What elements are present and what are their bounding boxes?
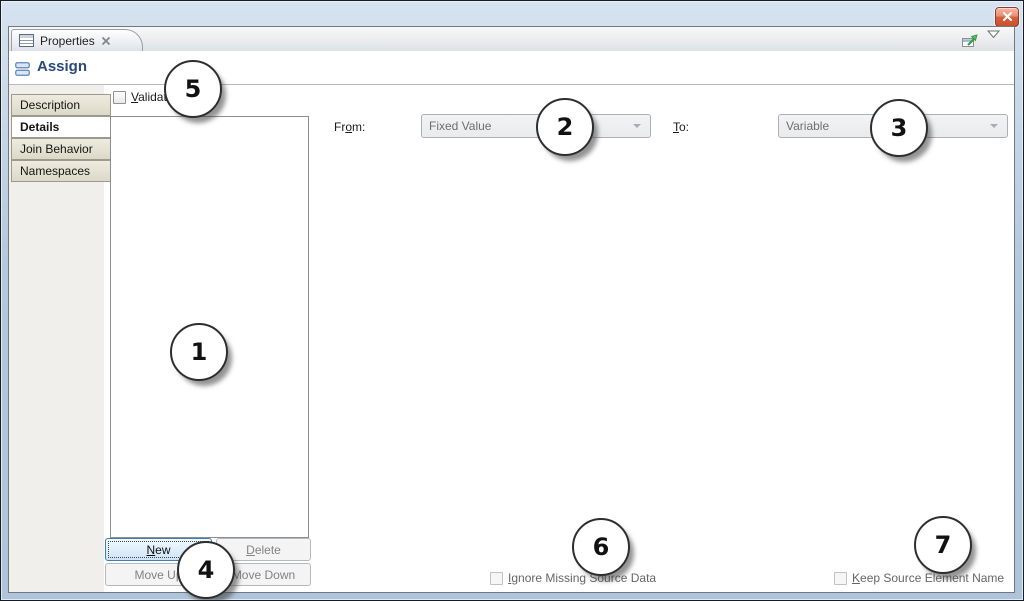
page-title: Assign xyxy=(37,58,87,75)
properties-window: Properties xyxy=(0,0,1024,601)
callout-1: 1 xyxy=(170,323,228,381)
tab-close-icon[interactable] xyxy=(101,36,111,46)
callout-2: 2 xyxy=(536,98,594,156)
close-icon xyxy=(1002,12,1013,22)
properties-icon xyxy=(19,34,34,47)
sidebar-item-label: Description xyxy=(20,98,80,112)
to-combo-value: Variable xyxy=(786,119,829,133)
combo-arrow-icon xyxy=(633,124,641,128)
callout-3: 3 xyxy=(870,99,928,157)
sidebar-item-label: Join Behavior xyxy=(20,142,93,156)
callout-4: 4 xyxy=(177,541,235,599)
callout-6: 6 xyxy=(572,518,630,576)
to-label: To: xyxy=(673,120,689,134)
sidebar-item-namespaces[interactable]: Namespaces xyxy=(11,160,111,182)
sidebar-item-description[interactable]: Description xyxy=(11,94,111,116)
header-divider xyxy=(9,84,1014,85)
assign-icon xyxy=(15,62,31,77)
callout-5: 5 xyxy=(164,60,222,118)
sidebar-item-label: Namespaces xyxy=(20,164,90,178)
keep-source-element-name-label[interactable]: Keep Source Element Name xyxy=(852,571,1004,585)
view-menu-icon[interactable] xyxy=(987,30,1000,39)
validate-checkbox[interactable] xyxy=(113,91,126,104)
window-close-button[interactable] xyxy=(995,7,1019,27)
combo-arrow-icon xyxy=(990,124,998,128)
from-combo-value: Fixed Value xyxy=(429,119,491,133)
detach-view-icon[interactable] xyxy=(961,33,979,49)
ignore-missing-source-data-label[interactable]: Ignore Missing Source Data xyxy=(508,571,656,585)
from-label: From: xyxy=(334,120,365,134)
tab-properties[interactable]: Properties xyxy=(11,29,143,51)
keep-source-element-name-checkbox[interactable] xyxy=(834,572,847,585)
view-tabbar: Properties xyxy=(9,27,1014,52)
view-panel: Properties xyxy=(8,26,1015,593)
form-header: Assign xyxy=(9,51,1014,84)
ignore-missing-source-data-checkbox[interactable] xyxy=(490,572,503,585)
sidebar-item-details[interactable]: Details xyxy=(11,116,113,138)
sidebar-item-join-behavior[interactable]: Join Behavior xyxy=(11,138,111,160)
sidebar-item-label: Details xyxy=(20,120,59,134)
callout-7: 7 xyxy=(914,516,972,574)
tab-label: Properties xyxy=(40,34,95,48)
